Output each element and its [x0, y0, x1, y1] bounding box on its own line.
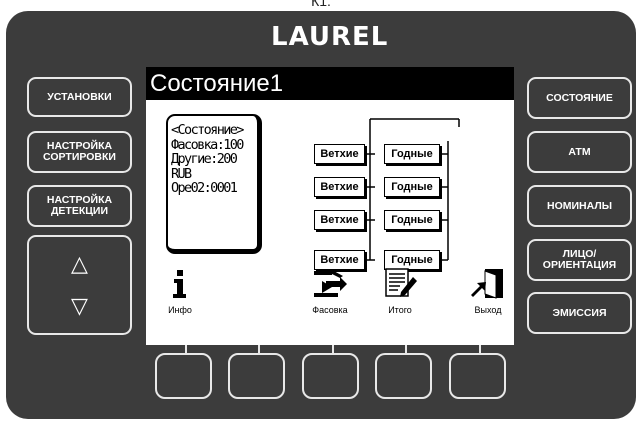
- detection-setup-button[interactable]: НАСТРОЙКА ДЕТЕКЦИИ: [27, 185, 132, 227]
- menu-packing[interactable]: Фасовка: [302, 267, 358, 315]
- menu-info[interactable]: Инфо: [164, 267, 196, 315]
- info-icon: [173, 270, 186, 298]
- figure-caption: К1.: [311, 0, 331, 9]
- atm-button[interactable]: АТМ: [527, 131, 632, 173]
- settings-button[interactable]: УСТАНОВКИ: [27, 77, 132, 117]
- up-arrow-button[interactable]: △: [29, 251, 130, 277]
- fit-label: Годные: [384, 210, 440, 230]
- sort-setup-button[interactable]: НАСТРОЙКА СОРТИРОВКИ: [27, 131, 132, 173]
- worn-label: Ветхие: [314, 177, 365, 197]
- menu-packing-label: Фасовка: [312, 305, 348, 315]
- soft-key-4[interactable]: [375, 353, 432, 399]
- brand-logo: LAUREL: [271, 22, 389, 52]
- soft-key-2[interactable]: [228, 353, 285, 399]
- soft-key-5[interactable]: [449, 353, 506, 399]
- total-icon: [385, 268, 417, 297]
- menu-total[interactable]: Итого: [375, 267, 425, 315]
- menu-info-label: Инфо: [168, 305, 192, 315]
- status-button[interactable]: СОСТОЯНИЕ: [527, 77, 632, 119]
- menu-exit[interactable]: Выход: [464, 267, 512, 315]
- arrow-buttons: △ ▽: [27, 235, 132, 335]
- emission-button[interactable]: ЭМИССИЯ: [527, 292, 632, 334]
- denominations-button[interactable]: НОМИНАЛЫ: [527, 185, 632, 227]
- fit-label: Годные: [384, 144, 440, 164]
- down-arrow-button[interactable]: ▽: [29, 293, 130, 319]
- worn-label: Ветхие: [314, 210, 365, 230]
- menu-total-label: Итого: [388, 305, 412, 315]
- soft-key-1[interactable]: [155, 353, 212, 399]
- packing-icon: [314, 270, 347, 297]
- soft-key-3[interactable]: [302, 353, 359, 399]
- menu-exit-label: Выход: [474, 305, 502, 315]
- worn-label: Ветхие: [314, 144, 365, 164]
- fit-label: Годные: [384, 177, 440, 197]
- lcd-screen: Состояние1 <Состояние> Фасовка:100 Други…: [146, 67, 514, 345]
- exit-icon: [471, 269, 503, 299]
- face-orientation-button[interactable]: ЛИЦО/ ОРИЕНТАЦИЯ: [527, 239, 632, 281]
